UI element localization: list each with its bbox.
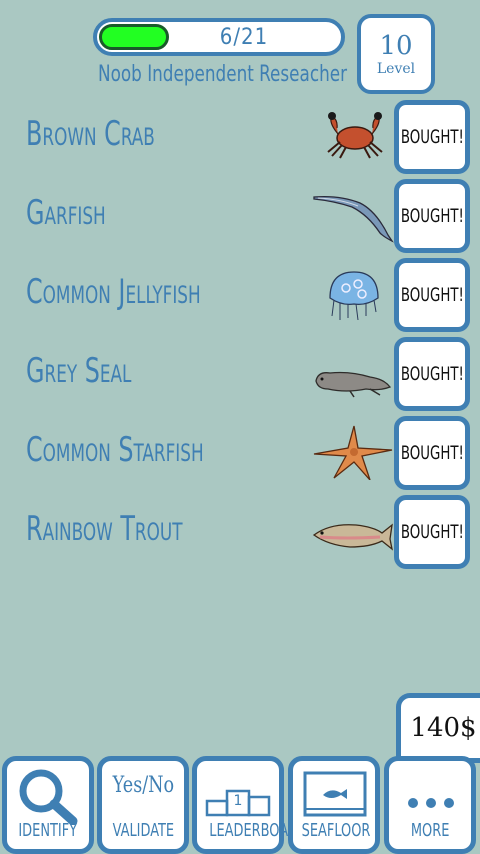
bottom-navigation: IDENTIFY Yes/No VALIDATE 1 LEADERBOARD S… xyxy=(0,756,480,854)
species-row-brown-crab: Brown Crab BOUGHT! xyxy=(0,100,480,178)
nav-label: LEADERBOARD xyxy=(209,820,308,841)
species-name: Rainbow Trout xyxy=(26,509,183,549)
buy-button-brown-crab[interactable]: BOUGHT! xyxy=(394,100,470,174)
more-dots-icon xyxy=(408,798,454,808)
level-label: Level xyxy=(376,61,416,77)
nav-label: SEAFLOOR xyxy=(301,820,371,841)
species-row-grey-seal: Grey Seal BOUGHT! xyxy=(0,337,480,415)
podium-first-place: 1 xyxy=(233,793,243,809)
trout-icon xyxy=(310,503,394,559)
species-row-common-starfish: Common Starfish BOUGHT! xyxy=(0,416,480,494)
magnifier-icon xyxy=(19,769,78,825)
nav-label: IDENTIFY xyxy=(18,820,78,841)
nav-label: VALIDATE xyxy=(112,820,174,841)
species-name: Common Starfish xyxy=(26,430,204,470)
level-number: 10 xyxy=(379,31,413,61)
researcher-rank: Noob Independent Reseacher xyxy=(98,62,348,87)
buy-button-garfish[interactable]: BOUGHT! xyxy=(394,179,470,253)
money-balance: 140$ xyxy=(396,693,480,763)
header: 6/21 Noob Independent Reseacher 10 Level xyxy=(0,0,480,100)
nav-validate-button[interactable]: Yes/No VALIDATE xyxy=(97,756,189,854)
species-name: Grey Seal xyxy=(26,351,132,391)
starfish-icon xyxy=(310,424,394,481)
jellyfish-icon xyxy=(310,266,394,322)
nav-more-button[interactable]: MORE xyxy=(384,756,476,854)
species-name: Garfish xyxy=(26,193,106,233)
level-badge[interactable]: 10 Level xyxy=(357,14,435,94)
nav-identify-button[interactable]: IDENTIFY xyxy=(2,756,94,854)
species-name: Brown Crab xyxy=(26,114,155,154)
buy-button-common-starfish[interactable]: BOUGHT! xyxy=(394,416,470,490)
buy-button-grey-seal[interactable]: BOUGHT! xyxy=(394,337,470,411)
nav-label: MORE xyxy=(410,820,450,841)
buy-button-rainbow-trout[interactable]: BOUGHT! xyxy=(394,495,470,569)
research-progress-bar: 6/21 xyxy=(93,18,345,56)
species-row-common-jellyfish: Common Jellyfish BOUGHT! xyxy=(0,258,480,336)
buy-button-common-jellyfish[interactable]: BOUGHT! xyxy=(394,258,470,332)
species-row-garfish: Garfish BOUGHT! xyxy=(0,179,480,257)
aquarium-icon xyxy=(303,771,367,817)
garfish-icon xyxy=(310,187,394,243)
nav-leaderboard-button[interactable]: 1 LEADERBOARD xyxy=(192,756,308,854)
progress-text: 6/21 xyxy=(219,24,269,50)
seal-icon xyxy=(310,345,394,401)
species-row-rainbow-trout: Rainbow Trout BOUGHT! xyxy=(0,495,480,573)
nav-seafloor-button[interactable]: SEAFLOOR xyxy=(288,756,380,854)
crab-icon xyxy=(310,108,394,164)
species-name: Common Jellyfish xyxy=(26,272,201,312)
yes-no-icon: Yes/No xyxy=(112,773,174,798)
